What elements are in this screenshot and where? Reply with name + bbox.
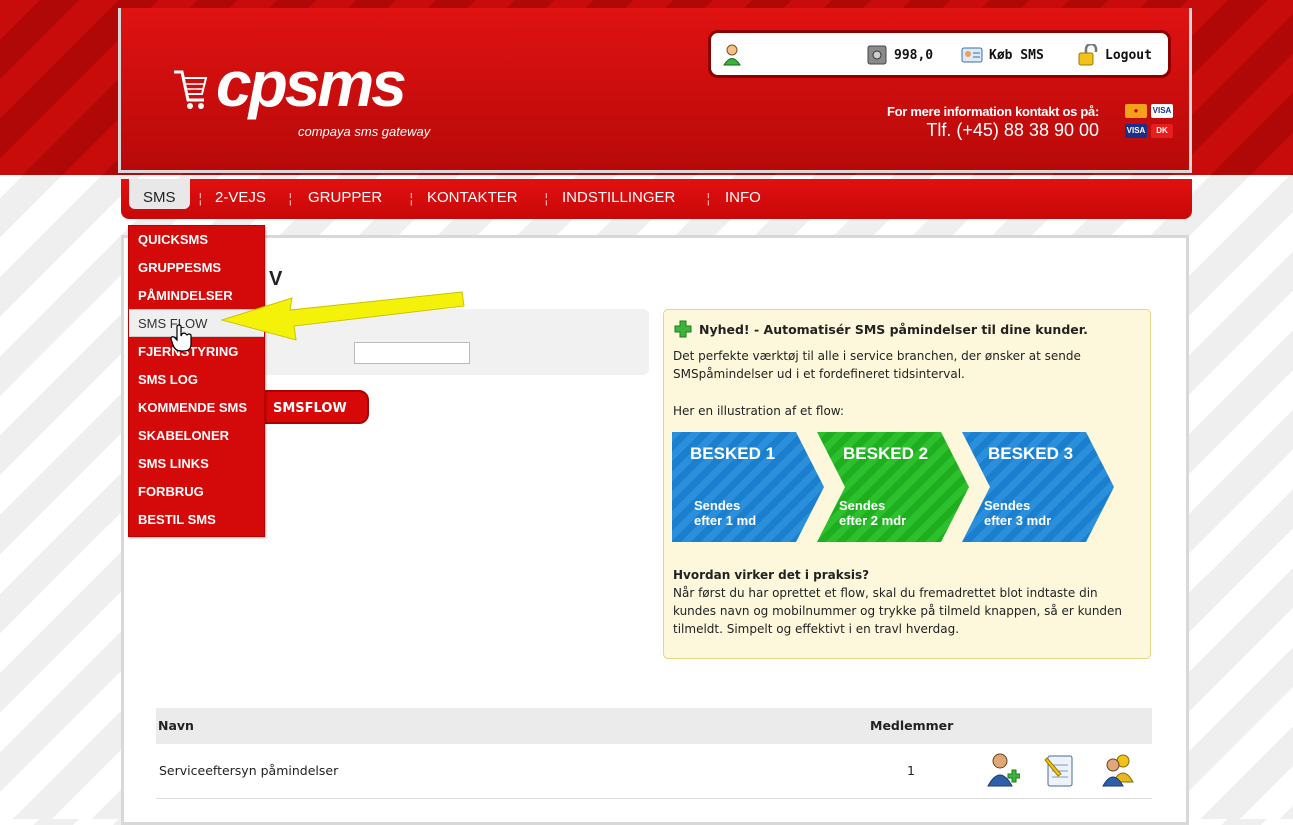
sms-dropdown-menu: QUICKSMS GRUPPESMS PÅMINDELSER SMS FLOW … xyxy=(128,225,265,537)
members-group-icon[interactable] xyxy=(1101,752,1135,788)
flow-step-1-line1: Sendes xyxy=(694,498,741,513)
flow-step-1: BESKED 1 Sendes efter 1 md xyxy=(672,432,824,542)
table-row[interactable]: Serviceeftersyn påmindelser 1 xyxy=(156,744,1152,799)
nav-item-2-vejs[interactable]: 2-VEJS xyxy=(215,189,266,206)
edit-notepad-icon[interactable] xyxy=(1043,752,1077,788)
header: cpsms compaya sms gateway 998,0 Køb SMS … xyxy=(118,8,1192,173)
flow-step-2: BESKED 2 Sendes efter 2 mdr xyxy=(817,432,969,542)
how-it-works-text: Når først du har oprettet et flow, skal … xyxy=(673,586,1123,636)
buy-sms-label: Køb SMS xyxy=(989,47,1044,63)
info-panel: Nyhed! - Automatisér SMS påmindelser til… xyxy=(663,309,1151,659)
flow-step-2-title: BESKED 2 xyxy=(843,444,929,463)
hand-cursor-icon xyxy=(170,324,192,352)
logo-wordmark: cpsms xyxy=(216,48,407,120)
row-members: 1 xyxy=(907,763,915,778)
nav-item-grupper[interactable]: GRUPPER xyxy=(308,189,382,206)
contact-phone: Tlf. (+45) 88 38 90 00 xyxy=(926,120,1099,140)
user-icon xyxy=(723,44,741,66)
safe-icon xyxy=(867,45,887,65)
menu-item-quicksms[interactable]: QUICKSMS xyxy=(129,226,264,254)
credits-display: 998,0 xyxy=(866,44,933,66)
logout-label: Logout xyxy=(1105,47,1152,63)
user-bar: 998,0 Køb SMS Logout xyxy=(708,30,1171,78)
menu-item-bestil-sms[interactable]: BESTIL SMS xyxy=(129,506,264,534)
contact-info: For mere information kontakt os på: Tlf.… xyxy=(887,104,1099,141)
contact-line: For mere information kontakt os på: xyxy=(887,104,1099,119)
nav-separator: ¦ xyxy=(198,191,203,207)
nav-separator: ¦ xyxy=(706,191,711,207)
flow-step-3-line1: Sendes xyxy=(984,498,1031,513)
create-smsflow-button[interactable]: SMSFLOW xyxy=(259,390,369,424)
credits-value: 998,0 xyxy=(894,47,934,63)
row-name: Serviceeftersyn påmindelser xyxy=(159,763,339,778)
table-header: Navn Medlemmer xyxy=(156,708,1152,744)
mastercard-icon: ● xyxy=(1125,104,1147,118)
info-heading-text: Nyhed! - Automatisér SMS påmindelser til… xyxy=(699,321,1088,337)
padlock-icon xyxy=(1078,44,1098,66)
info-flow-caption: Her en illustration af et flow: xyxy=(673,404,845,418)
flow-step-3-line2: efter 3 mdr xyxy=(984,513,1052,528)
nav-item-kontakter[interactable]: KONTAKTER xyxy=(427,189,518,206)
logo[interactable]: cpsms compaya sms gateway xyxy=(174,52,436,139)
flow-step-1-title: BESKED 1 xyxy=(690,444,776,463)
annotation-arrow-icon xyxy=(220,291,465,341)
main-nav: SMS ¦ 2-VEJS ¦ GRUPPER ¦ KONTAKTER ¦ IND… xyxy=(121,179,1192,219)
menu-item-skabeloner[interactable]: SKABELONER xyxy=(129,422,264,450)
menu-item-kommende-sms[interactable]: KOMMENDE SMS xyxy=(129,394,264,422)
nav-separator: ¦ xyxy=(288,191,293,207)
add-member-icon[interactable] xyxy=(986,752,1020,788)
nav-item-info[interactable]: INFO xyxy=(725,189,761,206)
visa-icon: VISA xyxy=(1151,104,1173,118)
how-it-works-title: Hvordan virker det i praksis? xyxy=(673,568,870,582)
menu-item-forbrug[interactable]: FORBRUG xyxy=(129,478,264,506)
nav-item-sms[interactable]: SMS xyxy=(129,179,190,209)
visa-electron-icon: VISA xyxy=(1125,124,1147,138)
flow-step-3: BESKED 3 Sendes efter 3 mdr xyxy=(962,432,1114,542)
buy-sms-button[interactable]: Køb SMS xyxy=(961,44,1044,66)
dankort-icon: DK xyxy=(1151,124,1173,138)
cart-icon xyxy=(174,70,208,109)
flow-step-2-line2: efter 2 mdr xyxy=(839,513,907,528)
payment-cards: ● VISA VISA DK xyxy=(1125,104,1175,144)
column-header-name: Navn xyxy=(158,718,194,733)
info-heading: Nyhed! - Automatisér SMS påmindelser til… xyxy=(674,320,1088,338)
menu-item-gruppesms[interactable]: GRUPPESMS xyxy=(129,254,264,282)
info-intro: Det perfekte værktøj til alle i service … xyxy=(673,349,1081,381)
plus-icon xyxy=(674,320,692,338)
user-profile-link[interactable] xyxy=(721,44,749,66)
flow-step-3-title: BESKED 3 xyxy=(988,444,1074,463)
flow-step-1-line2: efter 1 md xyxy=(694,513,757,528)
flow-step-2-line1: Sendes xyxy=(839,498,886,513)
column-header-members: Medlemmer xyxy=(870,718,954,733)
menu-item-sms-links[interactable]: SMS LINKS xyxy=(129,450,264,478)
nav-separator: ¦ xyxy=(409,191,414,207)
nav-separator: ¦ xyxy=(544,191,549,207)
id-card-icon xyxy=(961,47,983,63)
logout-button[interactable]: Logout xyxy=(1077,44,1152,66)
nav-item-indstillinger[interactable]: INDSTILLINGER xyxy=(562,189,675,206)
menu-item-sms-log[interactable]: SMS LOG xyxy=(129,366,264,394)
logo-tagline: compaya sms gateway xyxy=(298,124,431,139)
